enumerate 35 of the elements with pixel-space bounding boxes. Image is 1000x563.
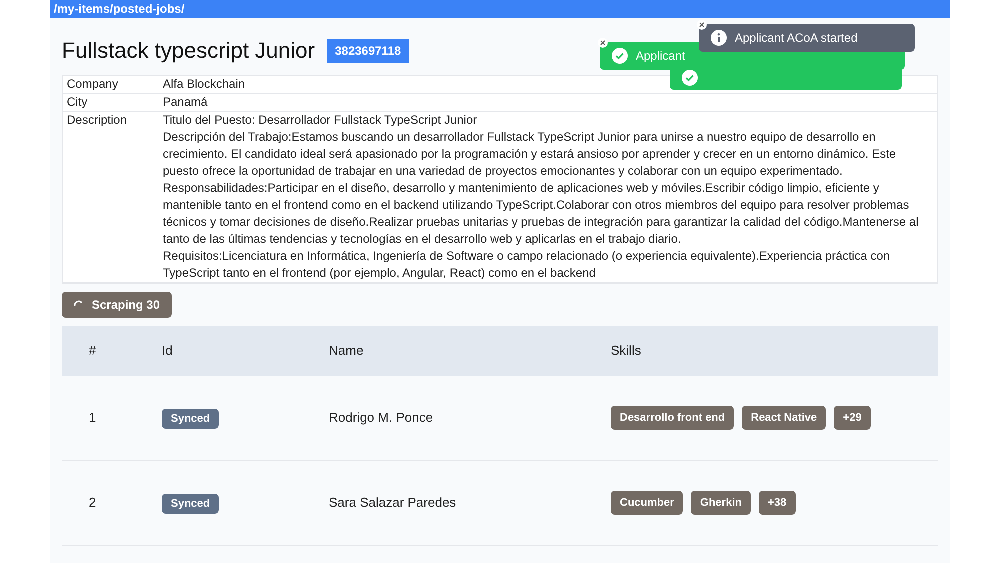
applicant-name: Rodrigo M. Ponce <box>329 410 434 426</box>
column-header: Name <box>329 343 364 358</box>
skill-tag: Desarrollo front end <box>611 406 734 430</box>
applicant-name: Sara Salazar Paredes <box>329 495 456 510</box>
field-value: Descripción del Trabajo:Estamos buscando un desarrollador Fullstack TypeScript Junior para unirse a nuestro equipo de desarrollo en crecimiento. El candidato ideal será apasionado por la programación y estará ansioso por aprender y crecer en un entorno dinámico. Este puesto ofrece la oportunidad de trabajar en una variedad de proyectos emocionantes y colaborar con un equipo experimentado. <box>163 129 898 180</box>
scraping-button[interactable]: Scraping 30 <box>62 292 172 318</box>
field-label: City <box>67 95 88 109</box>
info-toast: Applicant ACoA started <box>699 24 915 52</box>
info-icon <box>711 30 727 46</box>
skill-tag: React Native <box>742 406 826 430</box>
column-header: Skills <box>611 343 642 358</box>
field-value: Requisitos:Licenciatura en Informática, Ingeniería de Software o campo relacionado (o experiencia equivalente).Experiencia práctica con TypeScript tanto en el frontend (por ejemplo, Angular, React) como en el backend <box>163 248 892 282</box>
job-id-badge: 3823697118 <box>327 38 410 62</box>
check-circle-icon <box>612 48 628 64</box>
field-label: Description <box>67 113 128 127</box>
column-header: Id <box>162 343 173 358</box>
field-value: Panamá <box>163 94 208 111</box>
field-value: Alfa Blockchain <box>163 76 246 93</box>
skill-tag: Gherkin <box>691 490 751 516</box>
url-path: /my-items/posted-jobs/ <box>54 1 185 18</box>
job-title: Fullstack typescript Junior <box>62 37 316 65</box>
status-badge: Synced <box>162 494 220 514</box>
check-circle-icon <box>682 70 698 86</box>
row-number: 1 <box>89 410 96 426</box>
field-label: Company <box>67 77 118 91</box>
skill-tag: +29 <box>834 406 871 430</box>
field-value: Responsabilidades:Participar en el diseño, desarrollo y mantenimiento de aplicaciones web y móviles.Escribir código limpio, eficiente y mantenible tanto en el frontend como en el backend utilizando TypeScript.Colaborar con otros miembros del equipo para resolver problemas técnicos y tomar decisiones de diseño.Realizar pruebas unitarias y pruebas de integración para garantizar la calidad del código.Mantenerse al tanto de las últimas tendencias y tecnologías en el desarrollo web y aplicarlas en el trabajo diario. <box>163 180 920 248</box>
column-header: # <box>89 343 96 358</box>
skill-tag: Cucumber <box>611 490 684 516</box>
row-number: 2 <box>89 495 96 510</box>
field-value: Titulo del Puesto: Desarrollador Fullstack TypeScript Junior <box>163 112 478 129</box>
skill-tag: +38 <box>758 490 796 516</box>
status-badge: Synced <box>162 409 220 430</box>
close-icon[interactable] <box>598 38 608 48</box>
close-icon[interactable] <box>697 20 707 30</box>
